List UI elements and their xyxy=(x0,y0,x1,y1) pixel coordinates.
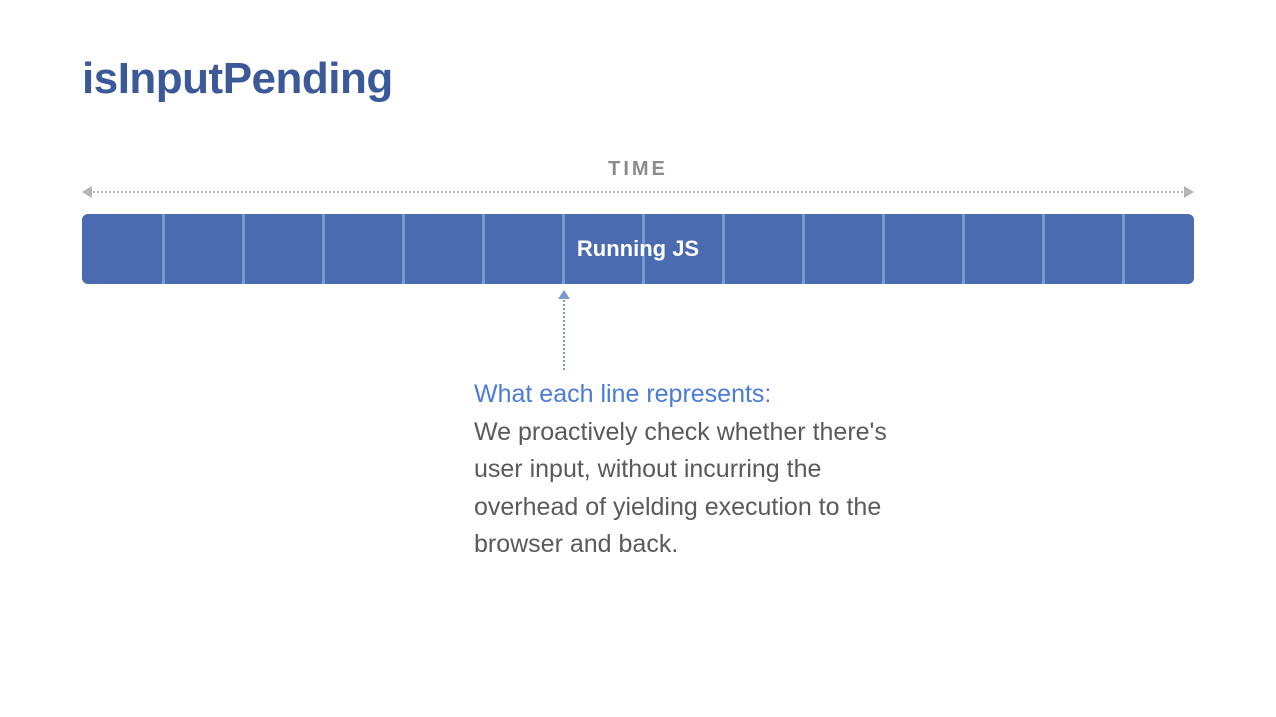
check-tick xyxy=(482,214,485,284)
check-tick xyxy=(722,214,725,284)
check-tick xyxy=(962,214,965,284)
check-tick xyxy=(162,214,165,284)
arrow-right-icon xyxy=(1184,186,1194,198)
annotation-lead: What each line represents: xyxy=(474,380,771,408)
check-tick xyxy=(1122,214,1125,284)
check-tick xyxy=(1042,214,1045,284)
slide: isInputPending TIME Running JS What each… xyxy=(0,0,1276,717)
time-axis xyxy=(82,186,1194,198)
running-js-bar: Running JS xyxy=(82,214,1194,284)
annotation-body: We proactively check whether there's use… xyxy=(474,418,887,559)
annotation-block: What each line represents: We proactivel… xyxy=(474,376,904,564)
check-tick xyxy=(562,214,565,284)
time-axis-label: TIME xyxy=(0,158,1276,181)
time-axis-line xyxy=(90,191,1186,193)
slide-title: isInputPending xyxy=(82,54,393,104)
check-tick xyxy=(322,214,325,284)
callout-line xyxy=(563,296,565,370)
check-tick xyxy=(882,214,885,284)
running-js-bar-label: Running JS xyxy=(577,236,699,262)
check-tick xyxy=(802,214,805,284)
check-tick xyxy=(242,214,245,284)
check-tick xyxy=(402,214,405,284)
